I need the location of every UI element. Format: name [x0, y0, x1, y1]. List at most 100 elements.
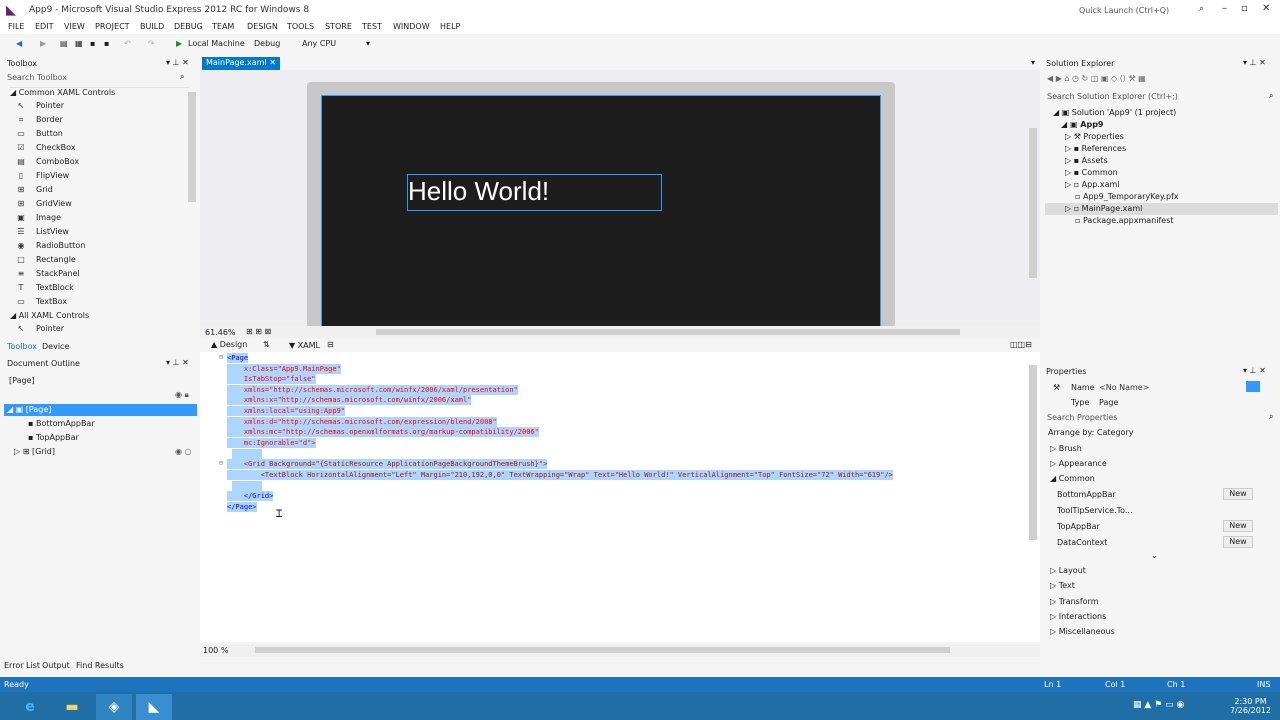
- toolbox-search[interactable]: Search Toolbox: [7, 73, 67, 82]
- zoom-level[interactable]: 61.46%: [205, 328, 236, 337]
- outline-item-bottomappbar[interactable]: ▪ BottomAppBar: [28, 419, 95, 428]
- tree-item-common[interactable]: ▷ ▪ Common: [1065, 168, 1118, 177]
- menu-build[interactable]: BUILD: [140, 22, 164, 31]
- category-text[interactable]: ▷ Text: [1050, 581, 1075, 590]
- name-input[interactable]: <No Name>: [1099, 383, 1239, 392]
- menu-help[interactable]: HELP: [440, 22, 460, 31]
- menu-team[interactable]: TEAM: [212, 22, 234, 31]
- xaml-zoom[interactable]: 100 %: [203, 646, 228, 655]
- tree-item-references[interactable]: ▷ ▪ References: [1065, 144, 1126, 153]
- toolbox-item-stackpanel[interactable]: ≡ StackPanel: [16, 269, 80, 281]
- eye-icon[interactable]: ◉ ○: [175, 447, 192, 456]
- toolbox-item-pointer[interactable]: ↖ Pointer: [16, 101, 64, 113]
- toolbox-item-flipview[interactable]: ▯ FlipView: [16, 171, 69, 183]
- close-button[interactable]: ✕: [1262, 3, 1270, 14]
- toolbox-item-checkbox[interactable]: ☑ CheckBox: [16, 143, 75, 155]
- swap-icon[interactable]: ⇅: [263, 340, 270, 349]
- xaml-editor[interactable]: <Page x:Class="App9.MainPage" IsTabStop=…: [200, 352, 1040, 642]
- outline-item-grid[interactable]: ▷ ⊞ [Grid]: [14, 447, 55, 456]
- outline-breadcrumb[interactable]: [Page]: [9, 376, 35, 385]
- toolbox-group-common[interactable]: ◢ Common XAML Controls: [10, 88, 115, 97]
- collapse-icon[interactable]: ⊟: [219, 459, 223, 467]
- tab-find-results[interactable]: Find Results: [76, 661, 124, 670]
- menu-store[interactable]: STORE: [325, 22, 352, 31]
- menu-project[interactable]: PROJECT: [95, 22, 130, 31]
- collapse-icon[interactable]: ⊟: [219, 353, 223, 361]
- menu-tools[interactable]: TOOLS: [287, 22, 314, 31]
- tab-toolbox[interactable]: Toolbox: [7, 342, 37, 351]
- solution-toolbar-icons[interactable]: ◀ ▶ ⌂ ◷ ↻ ◫ ▣ ◇ ⟨⟩ ⚒ ▦: [1047, 74, 1146, 83]
- clock[interactable]: 2:30 PM 7/26/2012: [1230, 697, 1271, 715]
- toolbox-item-grid[interactable]: ⊞ Grid: [16, 185, 53, 197]
- category-interactions[interactable]: ▷ Interactions: [1050, 612, 1106, 621]
- file-explorer-icon[interactable]: ▬: [54, 694, 90, 720]
- tab-output[interactable]: Output: [42, 661, 70, 670]
- menu-view[interactable]: VIEW: [64, 22, 85, 31]
- toolbox-item-listview[interactable]: ☰ ListView: [16, 227, 69, 239]
- quick-launch-input[interactable]: Quick Launch (Ctrl+Q): [1076, 3, 1214, 18]
- tree-item-properties[interactable]: ▷ ⚒ Properties: [1065, 132, 1124, 141]
- category-miscellaneous[interactable]: ▷ Miscellaneous: [1050, 627, 1115, 636]
- designer-hscrollbar[interactable]: [376, 329, 960, 335]
- split-view-icon[interactable]: ◫◫⊟: [1010, 340, 1032, 349]
- toolbox-item-border[interactable]: ⌗ Border: [16, 115, 63, 127]
- toolbox-scrollbar[interactable]: [188, 92, 196, 202]
- tree-item-assets[interactable]: ▷ ▪ Assets: [1065, 156, 1108, 165]
- tray-icons[interactable]: ▦ ▲ ⚑ ▭ ◉: [1133, 700, 1184, 710]
- back-icon[interactable]: ◀: [16, 39, 22, 48]
- close-icon[interactable]: ✕: [269, 58, 276, 67]
- toolbox-item-rectangle[interactable]: □ Rectangle: [16, 255, 76, 267]
- toolbox-item-textblock[interactable]: T TextBlock: [16, 283, 74, 295]
- menu-design[interactable]: DESIGN: [247, 22, 278, 31]
- app-icon[interactable]: ◈: [96, 694, 132, 720]
- category-brush[interactable]: ▷ Brush: [1050, 444, 1082, 453]
- tree-item-manifest[interactable]: ▫ Package.appxmanifest: [1075, 216, 1174, 225]
- tree-item-mainpage-xaml[interactable]: ▷ ▫ MainPage.xaml: [1065, 204, 1142, 213]
- toolbox-item-button[interactable]: ▭ Button: [16, 129, 63, 141]
- pin-icon[interactable]: ▾ ⊥ ✕: [166, 358, 189, 367]
- toolbox-item-radiobutton[interactable]: ◉ RadioButton: [16, 241, 86, 253]
- collapse-icon[interactable]: ⊟: [327, 340, 334, 349]
- internet-explorer-icon[interactable]: e: [12, 694, 48, 720]
- tab-device[interactable]: Device: [42, 342, 69, 351]
- tab-mainpage-xaml[interactable]: MainPage.xaml ✕: [202, 57, 280, 70]
- minimize-button[interactable]: –: [1222, 3, 1227, 14]
- menu-window[interactable]: WINDOW: [393, 22, 430, 31]
- chevron-down-icon[interactable]: ▾: [1031, 58, 1035, 67]
- toolbox-item-gridview[interactable]: ⊞ GridView: [16, 199, 72, 211]
- pin-icon[interactable]: ▾ ⊥ ✕: [1243, 58, 1266, 67]
- category-layout[interactable]: ▷ Layout: [1050, 566, 1086, 575]
- tab-design[interactable]: ▲ Design: [211, 340, 247, 349]
- solution-node[interactable]: ◢ ▣ Solution 'App9' (1 project): [1053, 108, 1176, 117]
- toolbox-item-textbox[interactable]: ▭ TextBox: [16, 297, 67, 309]
- toolbox-item-pointer-2[interactable]: ↖ Pointer: [16, 324, 64, 336]
- toolbox-group-all[interactable]: ◢ All XAML Controls: [10, 311, 89, 320]
- new-button[interactable]: New: [1223, 536, 1253, 548]
- visual-studio-taskbar-icon[interactable]: ◣: [136, 694, 172, 720]
- pin-icon[interactable]: ▾ ⊥ ✕: [166, 58, 189, 67]
- menu-test[interactable]: TEST: [362, 22, 382, 31]
- forward-icon[interactable]: ▶: [40, 39, 46, 48]
- grid-toggle-icon[interactable]: ⊞ ⊞ ⊠: [246, 327, 271, 336]
- pin-icon[interactable]: ▾ ⊥ ✕: [1243, 366, 1266, 375]
- menu-file[interactable]: FILE: [8, 22, 24, 31]
- outline-item-page[interactable]: ◢ ▣ [Page]: [4, 404, 197, 416]
- open-icon[interactable]: ▦: [75, 39, 83, 48]
- category-common[interactable]: ◢ Common: [1050, 474, 1095, 483]
- xaml-vscrollbar[interactable]: [1029, 365, 1037, 540]
- config-dropdown[interactable]: Debug: [254, 39, 280, 48]
- app-canvas[interactable]: [321, 95, 881, 328]
- arrange-by-dropdown[interactable]: Arrange by: Category: [1048, 428, 1133, 437]
- lightning-icon[interactable]: [1246, 381, 1260, 392]
- properties-search[interactable]: Search Properties: [1047, 413, 1117, 422]
- eye-icon[interactable]: ◉ 🔒︎: [175, 390, 189, 400]
- tree-item-tempkey[interactable]: ▫ App9_TemporaryKey.pfx: [1075, 192, 1179, 201]
- xaml-hscrollbar[interactable]: [255, 647, 950, 653]
- toolbox-item-image[interactable]: ▣ Image: [16, 213, 61, 225]
- toolbox-item-combobox[interactable]: ▤ ComboBox: [16, 157, 79, 169]
- menu-edit[interactable]: EDIT: [35, 22, 53, 31]
- platform-dropdown[interactable]: Any CPU: [302, 39, 336, 48]
- new-button[interactable]: New: [1223, 520, 1253, 532]
- save-icon[interactable]: ▪: [90, 39, 95, 48]
- hello-textblock[interactable]: Hello World!: [407, 174, 662, 211]
